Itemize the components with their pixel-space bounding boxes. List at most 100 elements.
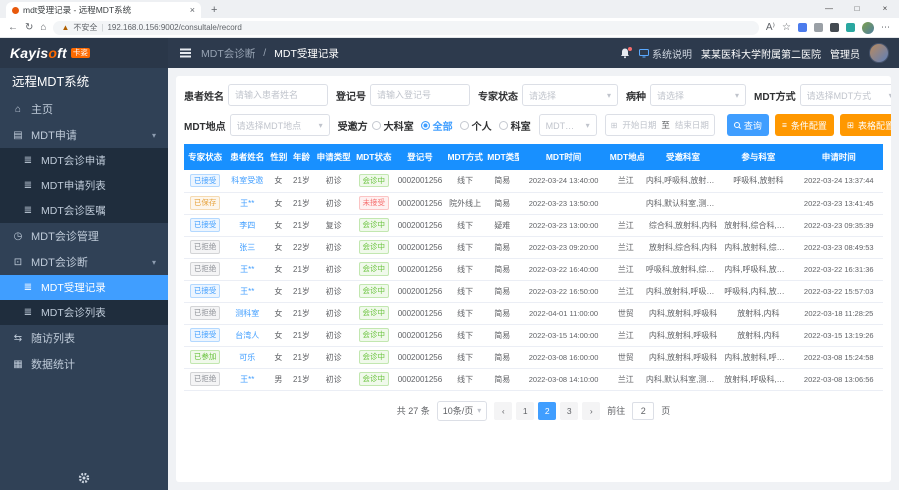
top-header: MDT会诊断 / MDT受理记录 系统说明 某某医科大学附属第二医院 管理员 bbox=[168, 38, 899, 68]
sidebar-subitem-1-0[interactable]: ≣MDT会诊申请 bbox=[0, 148, 168, 173]
address-bar[interactable]: ▲ 不安全 | 192.168.0.156:9002/consultale/re… bbox=[53, 21, 758, 35]
sidebar-subitem-3-1[interactable]: ≣MDT会诊列表 bbox=[0, 300, 168, 325]
sidebar-item-label: MDT会诊断 bbox=[31, 254, 88, 270]
reg-no-cell: 0002001256 bbox=[395, 302, 445, 324]
reg-no-cell: 0002001256 bbox=[395, 346, 445, 368]
invitee-radio-3[interactable]: 科室 bbox=[499, 118, 531, 133]
browser-profile-avatar[interactable] bbox=[862, 22, 874, 34]
sidebar-subitem-3-0[interactable]: ≣MDT受理记录 bbox=[0, 275, 168, 300]
breadcrumb-parent[interactable]: MDT会诊断 bbox=[201, 46, 255, 61]
page-button-1[interactable]: 1 bbox=[516, 402, 534, 420]
mdt-way-select[interactable]: 请选择MDT方式 ▾ bbox=[800, 84, 891, 106]
patient-name-input[interactable] bbox=[228, 84, 328, 106]
tab-title: mdt受理记录 - 远程MDT系统 bbox=[23, 4, 186, 16]
chevron-down-icon: ▾ bbox=[477, 406, 481, 415]
goto-page-input[interactable] bbox=[632, 402, 654, 420]
page-size-select[interactable]: 10条/页 ▾ bbox=[437, 401, 488, 421]
window-maximize-button[interactable]: □ bbox=[843, 0, 871, 18]
sidebar-subitem-1-2[interactable]: ≣MDT会诊医嘱 bbox=[0, 198, 168, 223]
user-avatar[interactable] bbox=[869, 43, 889, 63]
filter-row-1: 患者姓名 登记号 专家状态 请选择 ▾ bbox=[184, 84, 883, 106]
home-icon: ⌂ bbox=[12, 104, 24, 115]
new-tab-button[interactable]: + bbox=[211, 2, 217, 18]
mdt-type-cell: 简易 bbox=[485, 280, 519, 302]
mdt-way-cell: 线下 bbox=[445, 170, 485, 192]
age-cell: 21岁 bbox=[288, 214, 314, 236]
gear-icon[interactable] bbox=[78, 472, 90, 484]
sidebar-item-label: 数据统计 bbox=[31, 356, 75, 372]
hamburger-icon[interactable] bbox=[180, 52, 191, 54]
apply-type-cell: 初诊 bbox=[315, 192, 353, 214]
page-button-2[interactable]: 2 bbox=[538, 402, 556, 420]
condition-config-button[interactable]: ≡ 条件配置 bbox=[775, 114, 834, 136]
refresh-icon[interactable]: ↻ bbox=[25, 23, 33, 33]
mdt-place-select[interactable]: 请选择MDT地点 ▾ bbox=[230, 114, 330, 136]
next-page-button[interactable]: › bbox=[582, 402, 600, 420]
age-cell: 21岁 bbox=[288, 302, 314, 324]
table-config-button[interactable]: ⊞ 表格配置 bbox=[840, 114, 891, 136]
expert-status-select[interactable]: 请选择 ▾ bbox=[522, 84, 618, 106]
mdt-place-cell: 世贸 bbox=[608, 302, 644, 324]
chevron-down-icon: ▾ bbox=[586, 121, 590, 130]
extension-icon[interactable] bbox=[830, 23, 839, 32]
radio-icon bbox=[499, 121, 508, 130]
patient-name-link[interactable]: 台湾人 bbox=[235, 331, 259, 340]
date-range-picker[interactable]: ⊞ 开始日期 至 结束日期 bbox=[605, 114, 715, 136]
apply-time-cell: 2022-03-23 09:35:39 bbox=[795, 214, 883, 236]
notifications-button[interactable] bbox=[620, 48, 630, 59]
sidebar-subitem-label: MDT受理记录 bbox=[41, 280, 106, 295]
patient-name-link[interactable]: 王** bbox=[240, 375, 254, 384]
column-header: MDT类型 bbox=[485, 144, 519, 170]
extension-icon[interactable] bbox=[814, 23, 823, 32]
sidebar-item-1[interactable]: ▤MDT申请▾ bbox=[0, 122, 168, 148]
favorites-icon[interactable]: ☆ bbox=[782, 23, 791, 33]
disease-select[interactable]: 请选择 ▾ bbox=[650, 84, 746, 106]
patient-name-link[interactable]: 张三 bbox=[239, 243, 255, 252]
sidebar-submenu: ≣MDT受理记录≣MDT会诊列表 bbox=[0, 275, 168, 325]
sidebar-item-5[interactable]: ▦数据统计 bbox=[0, 351, 168, 377]
mdt-status-cell: 会诊中 bbox=[353, 302, 395, 324]
sidebar-item-2[interactable]: ◷MDT会诊管理 bbox=[0, 223, 168, 249]
sidebar-submenu: ≣MDT会诊申请≣MDT申请列表≣MDT会诊医嘱 bbox=[0, 148, 168, 223]
age-cell: 21岁 bbox=[288, 346, 314, 368]
home-icon[interactable]: ⌂ bbox=[40, 23, 46, 33]
page-button-3[interactable]: 3 bbox=[560, 402, 578, 420]
back-icon[interactable]: ← bbox=[8, 23, 18, 33]
window-close-button[interactable]: × bbox=[871, 0, 899, 18]
patient-name-link[interactable]: 王** bbox=[240, 199, 254, 208]
browser-tab[interactable]: mdt受理记录 - 远程MDT系统 × bbox=[6, 2, 201, 18]
expert-status-tag: 已拒绝 bbox=[190, 306, 221, 319]
system-help-link[interactable]: 系统说明 bbox=[639, 46, 692, 61]
search-button[interactable]: 查询 bbox=[727, 114, 769, 136]
sidebar-item-0[interactable]: ⌂主页 bbox=[0, 96, 168, 122]
patient-name-link[interactable]: 王** bbox=[240, 287, 254, 296]
patient-name-link[interactable]: 李四 bbox=[239, 221, 255, 230]
sidebar-subitem-1-1[interactable]: ≣MDT申请列表 bbox=[0, 173, 168, 198]
age-cell: 21岁 bbox=[288, 170, 314, 192]
sidebar-item-3[interactable]: ⊡MDT会诊断▾ bbox=[0, 249, 168, 275]
mdt-time-select[interactable]: MDT时间 ▾ bbox=[539, 114, 597, 136]
read-aloud-icon[interactable]: A⁾ bbox=[766, 23, 775, 33]
invitee-radio-1[interactable]: 全部 bbox=[421, 118, 453, 133]
extension-icon[interactable] bbox=[798, 23, 807, 32]
patient-name-link[interactable]: 可乐 bbox=[239, 353, 255, 362]
reg-no-input[interactable] bbox=[370, 84, 470, 106]
patient-name-link[interactable]: 王** bbox=[240, 265, 254, 274]
reg-no-cell: 0002001256 bbox=[395, 258, 445, 280]
tab-close-icon[interactable]: × bbox=[190, 6, 195, 15]
invitee-radio-2[interactable]: 个人 bbox=[460, 118, 492, 133]
sidebar-item-4[interactable]: ⇆随访列表 bbox=[0, 325, 168, 351]
security-label: 不安全 bbox=[73, 22, 97, 33]
extension-icon[interactable] bbox=[846, 23, 855, 32]
window-minimize-button[interactable]: — bbox=[815, 0, 843, 18]
patient-name-link[interactable]: 测科室 bbox=[235, 309, 259, 318]
browser-menu-icon[interactable]: ⋯ bbox=[881, 22, 891, 33]
invitee-radio-0[interactable]: 大科室 bbox=[372, 118, 414, 133]
hospital-name: 某某医科大学附属第二医院 bbox=[701, 46, 821, 61]
table-row: 已拒绝王**男21岁初诊会诊中0002001256线下简易2022-03-08 … bbox=[184, 368, 883, 390]
radio-icon bbox=[460, 121, 469, 130]
patient-name-cell: 张三 bbox=[226, 236, 268, 258]
prev-page-button[interactable]: ‹ bbox=[494, 402, 512, 420]
mdt-way-cell: 线下 bbox=[445, 368, 485, 390]
patient-name-link[interactable]: 科室受邀 bbox=[231, 176, 263, 185]
